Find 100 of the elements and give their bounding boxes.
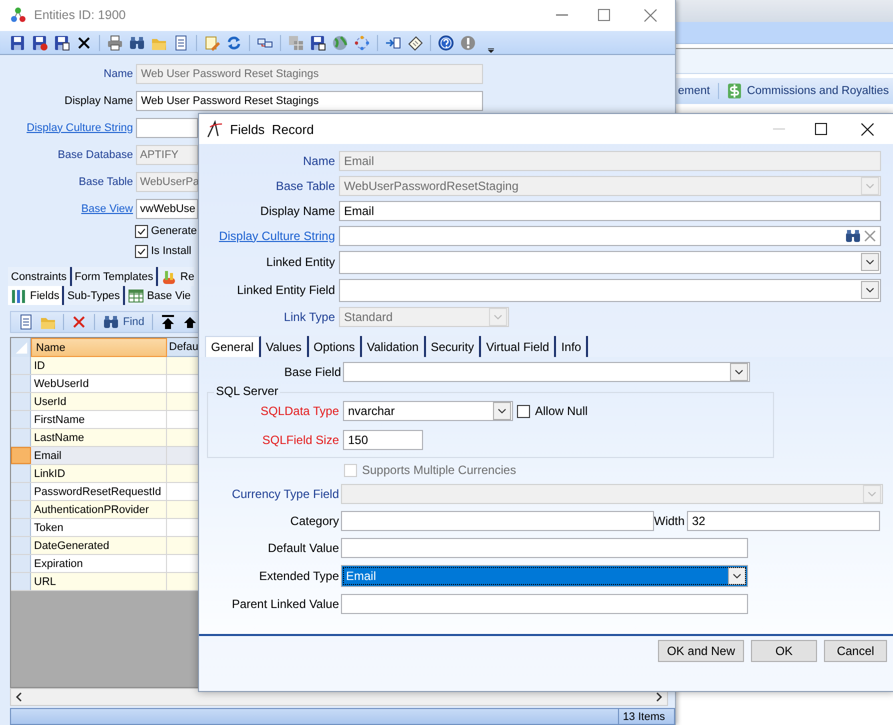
tab[interactable]: Sub-Types [64,286,125,305]
tab[interactable]: General [205,336,261,357]
column-header[interactable]: Defau [167,338,198,357]
ribbon-item[interactable]: ement [678,85,710,97]
text-field[interactable] [341,511,654,531]
field-label: Name [302,154,335,168]
printer-icon[interactable] [107,34,123,50]
arrow-icon[interactable] [385,34,401,50]
group-title: SQL Server [214,384,280,398]
note-icon[interactable] [407,34,423,50]
dropdown-field[interactable]: Email [341,565,748,587]
tab[interactable]: Fields [8,286,64,305]
window-title: Fields Record [230,122,315,136]
globe-icon[interactable] [332,34,348,50]
help-icon[interactable] [438,34,454,50]
tab[interactable]: Security [426,336,482,357]
field-link[interactable]: Display Culture String [0,122,133,134]
field-label: Linked Entity [265,255,335,269]
table-cell[interactable]: PasswordResetRequestId [31,483,167,500]
field-label: Linked Entity Field [236,283,335,297]
tab[interactable]: Re [158,267,194,286]
document-icon[interactable] [173,34,189,50]
text-field[interactable]: 150 [343,430,423,450]
dots-ring-icon[interactable] [354,34,370,50]
select-all-corner[interactable] [11,338,31,357]
text-field[interactable]: vwWebUse [136,198,198,218]
dialog-button[interactable]: Cancel [824,640,887,662]
table-cell[interactable]: FirstName [31,411,167,428]
checkbox-label: Is Install [151,245,192,257]
field-label: Name [102,68,133,80]
tab[interactable]: Options [308,336,362,357]
binoculars-icon[interactable] [129,34,145,50]
tab[interactable]: Constraints [8,267,72,286]
chevron-icon[interactable] [861,253,879,271]
pencil-icon[interactable] [204,34,220,50]
table-cell[interactable]: URL [31,573,167,590]
field-label: Base Table [78,176,133,188]
move-top-icon[interactable] [160,314,176,330]
text-field[interactable]: 32 [687,511,880,531]
field-label: Parent Linked Value [230,597,339,611]
field-label: Base Database [56,148,133,160]
field-label: Base Table [274,178,335,192]
dialog-button[interactable]: OK and New [658,640,744,662]
refresh-icon[interactable] [226,34,242,50]
document-icon[interactable] [18,314,34,330]
chevron-icon[interactable] [493,402,511,420]
field-label: Display Name [64,94,133,106]
binoculars-icon [103,314,119,330]
bars-icon [11,288,27,304]
dropdown-field[interactable]: nvarchar [343,401,513,421]
field-label: Display Name [259,204,335,218]
table-cell[interactable]: LastName [31,429,167,446]
text-field[interactable] [136,118,198,138]
table-cell[interactable]: LinkID [31,465,167,482]
tab[interactable]: Form Templates [72,267,158,286]
table-cell[interactable]: UserId [31,393,167,410]
table-cell[interactable]: Expiration [31,555,167,572]
text-field[interactable]: Email [339,200,881,220]
chevron-icon[interactable] [728,567,746,585]
grid-icon[interactable] [288,34,304,50]
table-cell[interactable]: ID [31,357,167,374]
table-cell[interactable]: AuthenticationPRovider [31,501,167,518]
text-field[interactable] [341,538,748,558]
item-count: 13 Items [618,709,669,724]
table-cell[interactable]: DateGenerated [31,537,167,554]
field-label: Base Field [283,365,341,379]
ribbon-item[interactable]: Commissions and Royalties [746,85,889,97]
cross-icon[interactable] [76,34,92,50]
column-header[interactable]: Name [31,338,167,357]
table-cell[interactable]: WebUserId [31,375,167,392]
close-icon[interactable] [861,122,874,136]
exclamation-icon[interactable] [460,34,476,50]
dropdown-field[interactable] [339,278,881,302]
text-field[interactable]: Web User Password Reset Stagings [136,90,483,110]
field-label: Default Value [266,541,339,555]
field-label: Category [289,514,339,528]
field-link[interactable]: Base View [0,202,133,214]
find-button[interactable]: Find [99,314,148,330]
field-label: Width [654,514,686,528]
scroll-right-icon[interactable] [655,692,663,702]
move-up-icon[interactable] [182,314,198,330]
scroll-left-icon[interactable] [15,692,23,702]
maximize-icon[interactable] [815,123,827,135]
dropdown-field[interactable] [339,250,881,274]
tab[interactable]: Values [260,336,309,357]
checkbox[interactable] [517,404,530,418]
table-cell[interactable]: Email [31,447,167,464]
table-cell[interactable]: Token [31,519,167,536]
dialog-button[interactable]: OK [751,640,817,662]
chevron-icon[interactable] [730,363,748,381]
checkbox[interactable] [135,224,148,238]
text-field[interactable] [341,594,748,614]
tab[interactable]: Base Vie [124,286,191,305]
binoculars-icon[interactable] [845,228,861,244]
chevron-icon[interactable] [861,281,879,299]
lookup-field[interactable] [339,226,881,246]
checkbox[interactable] [135,244,148,258]
dropdown-field[interactable] [343,362,750,382]
field-link[interactable]: Display Culture String [199,228,335,242]
logo-icon [207,120,223,138]
